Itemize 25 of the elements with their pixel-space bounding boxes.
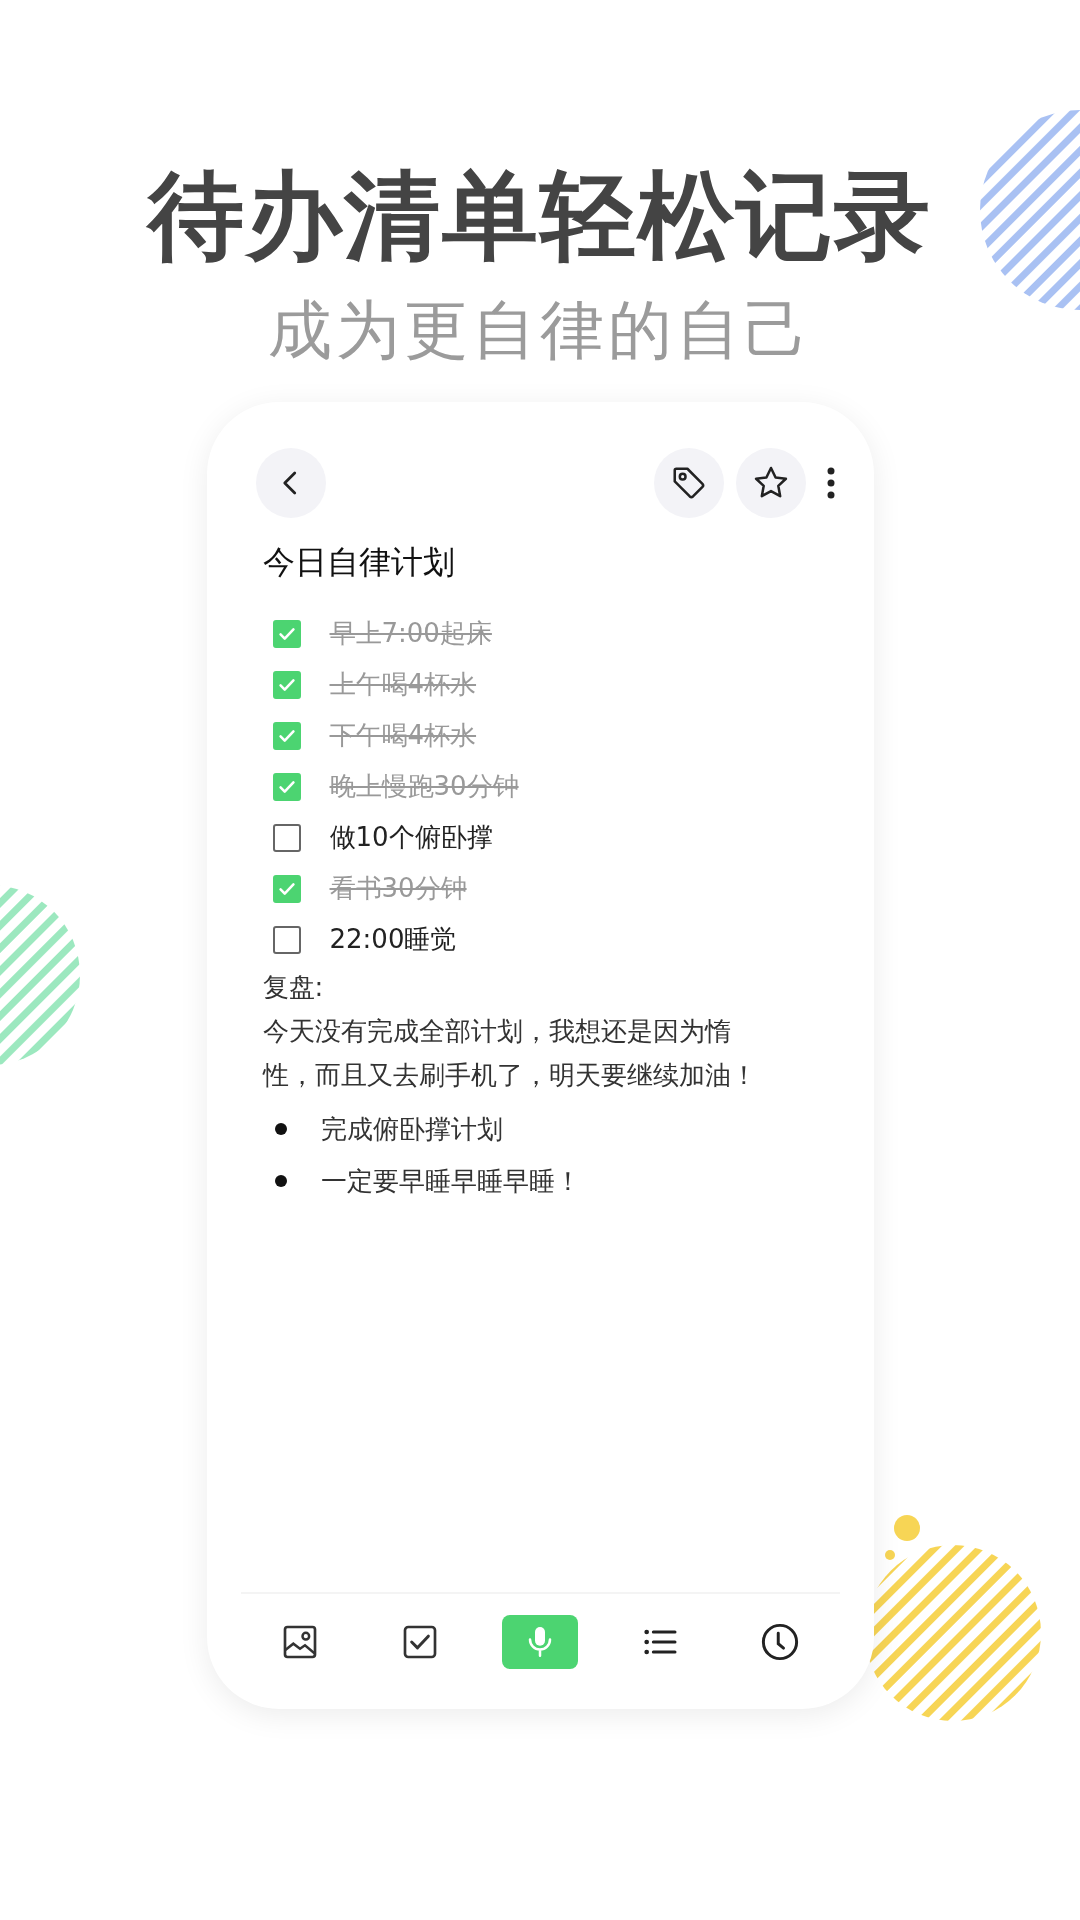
checklist-item-text: 早上7:00起床 — [329, 617, 492, 650]
headline: 待办清单轻松记录 — [148, 160, 932, 272]
checklist-item-text: 上午喝4杯水 — [329, 668, 477, 701]
note-title: 今日自律计划 — [262, 542, 456, 583]
bullet-icon — [274, 1123, 287, 1135]
checklist-item-text: 做10个俯卧撑 — [329, 821, 493, 854]
subheadline: 成为更自律的自己 — [267, 292, 813, 369]
checklist-item-text: 晚上慢跑30分钟 — [329, 770, 519, 803]
dot — [894, 1515, 920, 1541]
bullet-icon — [274, 1175, 287, 1187]
checkbox[interactable] — [272, 619, 301, 648]
review-text: 今天没有完成全部计划，我想还是因为惰性，而且又去刷手机了，明天要继续加油！ — [262, 1015, 758, 1092]
checklist-item-text: 22:00睡觉 — [329, 923, 457, 956]
checkbox[interactable] — [272, 874, 301, 903]
checkbox[interactable] — [272, 823, 301, 852]
checklist-item-text: 看书30分钟 — [329, 872, 467, 905]
checkbox[interactable] — [272, 721, 301, 750]
bullet-text: 一定要早睡早睡早睡！ — [320, 1164, 581, 1198]
checkbox[interactable] — [272, 925, 301, 954]
review-label: 复盘: — [262, 971, 325, 1004]
checkbox[interactable] — [272, 772, 301, 801]
dot — [885, 1550, 895, 1560]
bullet-text: 完成俯卧撑计划 — [320, 1112, 503, 1146]
checklist-item-text: 下午喝4杯水 — [329, 719, 477, 752]
checkbox[interactable] — [272, 670, 301, 699]
